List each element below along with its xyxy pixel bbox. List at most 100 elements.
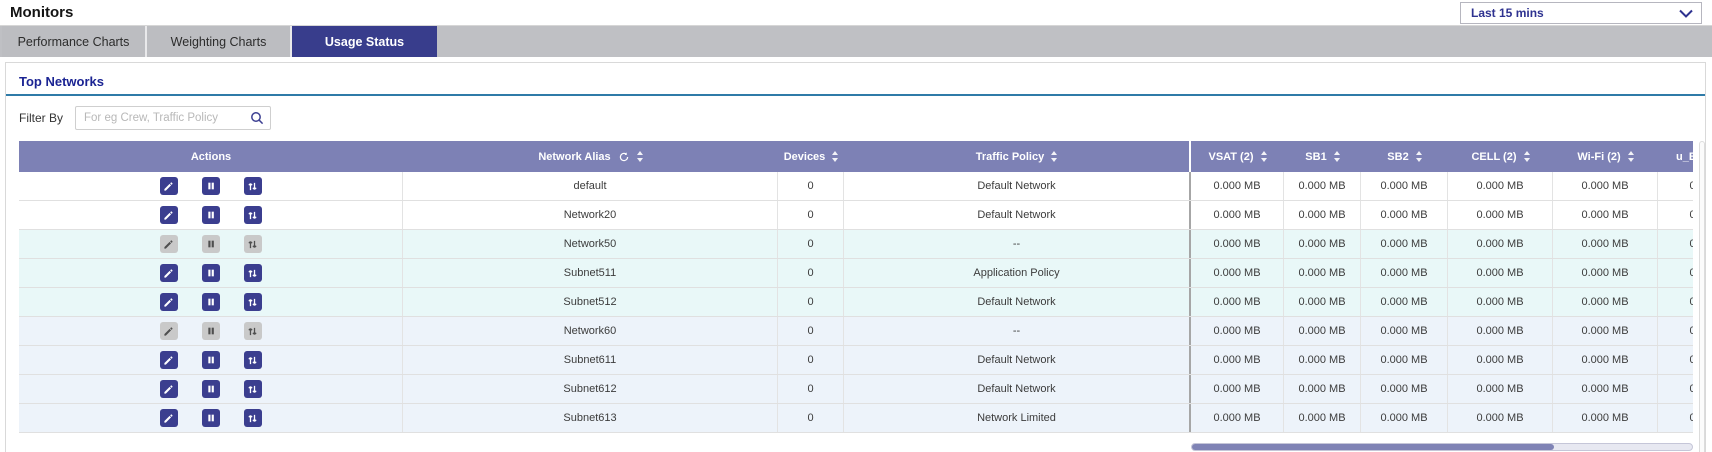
cell-network-alias: Network50	[403, 230, 778, 258]
refresh-icon[interactable]	[618, 151, 630, 163]
tab-usage-status[interactable]: Usage Status	[292, 26, 437, 57]
sort-arrows-icon[interactable]	[1628, 151, 1634, 162]
edit-icon	[163, 268, 174, 279]
tab-weighting-charts[interactable]: Weighting Charts	[147, 26, 292, 57]
table-row: Subnet6110Default Network0.000 MB0.000 M…	[19, 346, 1693, 375]
edit-button[interactable]	[160, 206, 178, 224]
traffic-updown-button[interactable]	[244, 264, 262, 282]
horizontal-scrollbar-thumb[interactable]	[1192, 444, 1554, 450]
pause-button[interactable]	[202, 351, 220, 369]
cell-metric: 0.000 MB	[1284, 172, 1361, 200]
pause-icon	[206, 297, 216, 307]
edit-button[interactable]	[160, 235, 178, 253]
sort-arrows-icon[interactable]	[1051, 151, 1057, 162]
time-range-dropdown[interactable]: Last 15 mins	[1460, 2, 1702, 24]
cell-metric: 0.000 MB	[1448, 404, 1553, 432]
edit-button[interactable]	[160, 380, 178, 398]
column-header-sb1[interactable]: SB1	[1284, 141, 1361, 172]
cell-metric: 0.000 MB	[1361, 230, 1448, 258]
traffic-updown-button[interactable]	[244, 409, 262, 427]
table-row: Subnet6130Network Limited0.000 MB0.000 M…	[19, 404, 1693, 433]
sort-arrows-icon[interactable]	[832, 151, 838, 162]
cell-metric: 0.000 MB	[1361, 259, 1448, 287]
top-networks-panel: Top Networks Filter By ActionsNetwork Al…	[5, 62, 1706, 452]
cell-traffic-policy: Application Policy	[844, 259, 1191, 287]
column-header-wi-fi-2[interactable]: Wi-Fi (2)	[1553, 141, 1658, 172]
traffic-updown-button[interactable]	[244, 177, 262, 195]
edit-icon	[163, 413, 174, 424]
traffic-updown-button[interactable]	[244, 206, 262, 224]
cell-network-alias: Subnet512	[403, 288, 778, 316]
cell-devices: 0	[778, 288, 844, 316]
cell-metric: 0.000 MB	[1191, 375, 1284, 403]
edit-button[interactable]	[160, 409, 178, 427]
column-header-devices[interactable]: Devices	[778, 141, 844, 172]
tab-performance-charts[interactable]: Performance Charts	[2, 26, 147, 57]
edit-button[interactable]	[160, 293, 178, 311]
edit-button[interactable]	[160, 177, 178, 195]
cell-metric: 0.000 MB	[1284, 201, 1361, 229]
edit-button[interactable]	[160, 322, 178, 340]
table-row: Network600--0.000 MB0.000 MB0.000 MB0.00…	[19, 317, 1693, 346]
cell-metric: 0.000 MB	[1284, 317, 1361, 345]
pause-button[interactable]	[202, 380, 220, 398]
pause-button[interactable]	[202, 264, 220, 282]
traffic-updown-button[interactable]	[244, 235, 262, 253]
cell-metric: 0.000 MB	[1448, 201, 1553, 229]
cell-metric: 0.000 MB	[1191, 346, 1284, 374]
sort-arrows-icon[interactable]	[1261, 151, 1267, 162]
cell-traffic-policy: Default Network	[844, 201, 1191, 229]
sort-arrows-icon[interactable]	[1334, 151, 1340, 162]
pause-icon	[206, 355, 216, 365]
cell-network-alias: default	[403, 172, 778, 200]
sort-arrows-icon[interactable]	[1416, 151, 1422, 162]
chevron-down-icon	[1679, 9, 1693, 18]
traffic-updown-button[interactable]	[244, 380, 262, 398]
traffic-updown-icon	[247, 239, 258, 250]
pause-button[interactable]	[202, 235, 220, 253]
traffic-updown-button[interactable]	[244, 351, 262, 369]
cell-metric: 0.000 MB	[1658, 288, 1693, 316]
pause-button[interactable]	[202, 177, 220, 195]
vertical-scrollbar[interactable]	[1699, 141, 1705, 452]
filter-row: Filter By	[19, 106, 271, 130]
search-icon[interactable]	[250, 111, 264, 125]
traffic-updown-button[interactable]	[244, 293, 262, 311]
pause-button[interactable]	[202, 322, 220, 340]
column-header-network-alias[interactable]: Network Alias	[403, 141, 778, 172]
column-header-cell-2[interactable]: CELL (2)	[1448, 141, 1553, 172]
cell-metric: 0.000 MB	[1284, 288, 1361, 316]
horizontal-scrollbar[interactable]	[1191, 443, 1693, 451]
filter-input[interactable]	[75, 106, 271, 130]
pause-icon	[206, 268, 216, 278]
cell-metric: 0.000 MB	[1284, 404, 1361, 432]
cell-traffic-policy: --	[844, 317, 1191, 345]
column-header-traffic-policy[interactable]: Traffic Policy	[844, 141, 1191, 172]
column-header-u-eth: u_Eth	[1658, 141, 1693, 172]
pause-button[interactable]	[202, 293, 220, 311]
cell-metric: 0.000 MB	[1658, 404, 1693, 432]
column-label: CELL (2)	[1471, 151, 1516, 163]
column-header-sb2[interactable]: SB2	[1361, 141, 1448, 172]
cell-devices: 0	[778, 201, 844, 229]
cell-metric: 0.000 MB	[1191, 288, 1284, 316]
edit-button[interactable]	[160, 264, 178, 282]
table-row: Subnet5120Default Network0.000 MB0.000 M…	[19, 288, 1693, 317]
cell-network-alias: Subnet611	[403, 346, 778, 374]
column-header-vsat-2[interactable]: VSAT (2)	[1191, 141, 1284, 172]
edit-icon	[163, 239, 174, 250]
traffic-updown-icon	[247, 297, 258, 308]
pause-button[interactable]	[202, 409, 220, 427]
cell-metric: 0.000 MB	[1448, 259, 1553, 287]
table-row: Network500--0.000 MB0.000 MB0.000 MB0.00…	[19, 230, 1693, 259]
edit-button[interactable]	[160, 351, 178, 369]
top-bar: Monitors Last 15 mins	[0, 0, 1712, 26]
sort-arrows-icon[interactable]	[1524, 151, 1530, 162]
pause-button[interactable]	[202, 206, 220, 224]
cell-metric: 0.000 MB	[1361, 404, 1448, 432]
sort-arrows-icon[interactable]	[637, 151, 643, 162]
cell-metric: 0.000 MB	[1191, 259, 1284, 287]
traffic-updown-button[interactable]	[244, 322, 262, 340]
cell-metric: 0.000 MB	[1658, 172, 1693, 200]
cell-actions	[19, 230, 403, 258]
